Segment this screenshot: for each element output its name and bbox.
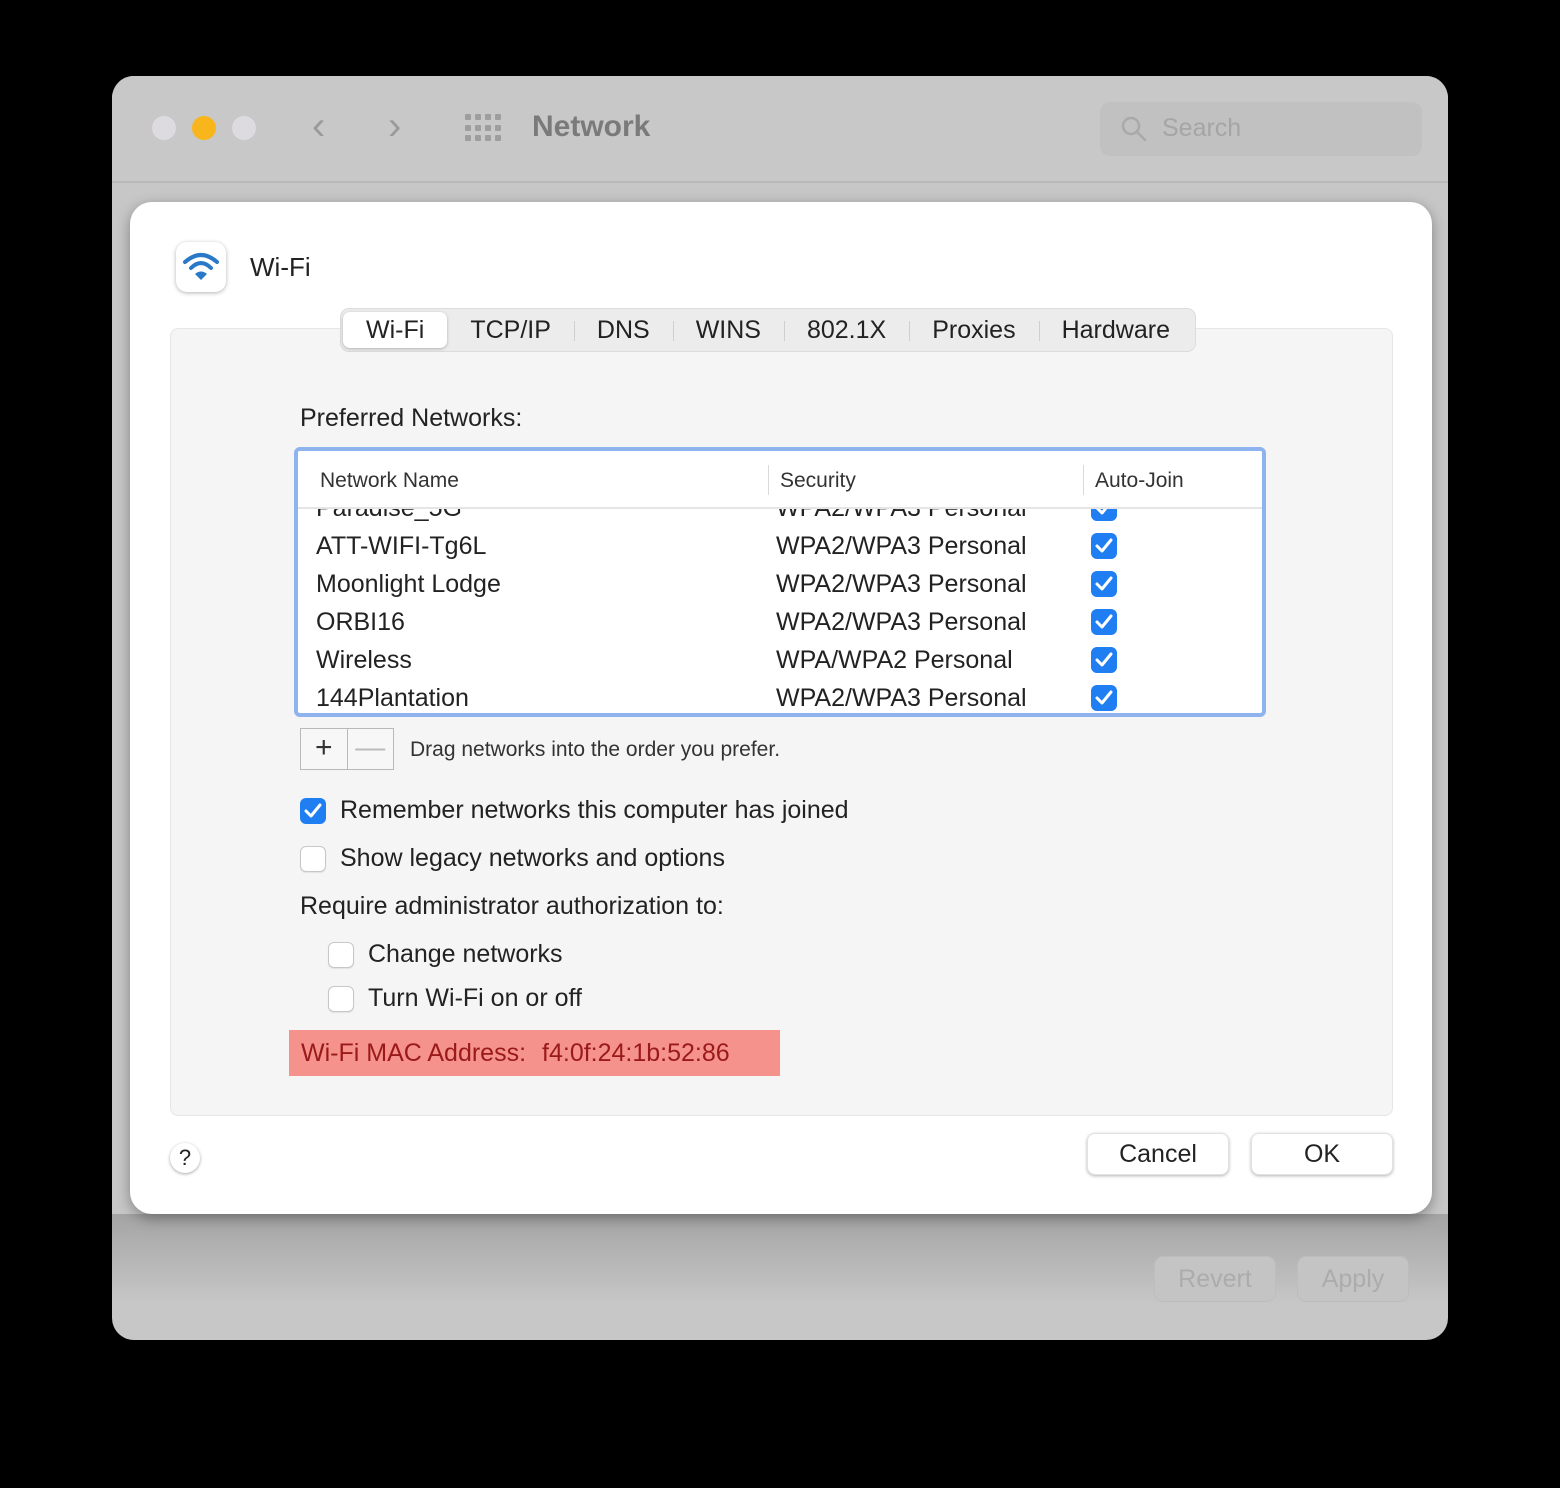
column-divider[interactable] [768, 465, 769, 495]
tab-8021x[interactable]: 802.1X [783, 312, 909, 348]
show-legacy-option[interactable]: Show legacy networks and options [300, 844, 725, 873]
mac-address-label: Wi-Fi MAC Address: [301, 1038, 527, 1067]
show-all-grid-icon[interactable] [465, 114, 501, 142]
remove-network-button[interactable]: — [346, 729, 394, 769]
table-row[interactable]: ORBI16 WPA2/WPA3 Personal [298, 603, 1262, 641]
preferred-networks-label: Preferred Networks: [300, 404, 523, 432]
wifi-settings-sheet: Wi-Fi Wi-Fi TCP/IP DNS WINS 802.1X Proxi… [130, 202, 1432, 1214]
search-placeholder: Search [1162, 114, 1242, 142]
auto-join-checkbox[interactable] [1091, 533, 1117, 559]
revert-button[interactable]: Revert [1154, 1256, 1276, 1302]
show-legacy-checkbox[interactable] [300, 845, 326, 872]
close-button[interactable] [152, 116, 176, 140]
tab-proxies[interactable]: Proxies [909, 312, 1038, 348]
show-legacy-label: Show legacy networks and options [340, 844, 725, 872]
add-remove-control: + — [300, 728, 394, 770]
remember-networks-checkbox[interactable] [300, 797, 326, 824]
column-divider[interactable] [1083, 465, 1084, 495]
require-admin-label: Require administrator authorization to: [300, 892, 724, 920]
network-name: Moonlight Lodge [316, 570, 501, 598]
network-security: WPA2/WPA3 Personal [776, 608, 1027, 636]
tab-hardware[interactable]: Hardware [1038, 312, 1193, 348]
help-button[interactable]: ? [170, 1143, 200, 1173]
table-header: Network Name Security Auto-Join [298, 451, 1262, 509]
title-bar: ‹ › Network Search [112, 76, 1448, 183]
minimize-button[interactable] [192, 116, 216, 140]
table-row[interactable]: ATT-WIFI-Tg6L WPA2/WPA3 Personal [298, 527, 1262, 565]
apply-button[interactable]: Apply [1297, 1256, 1409, 1302]
add-network-button[interactable]: + [301, 729, 347, 769]
preferred-networks-table[interactable]: Network Name Security Auto-Join Paradise… [294, 447, 1266, 717]
tab-wifi[interactable]: Wi-Fi [343, 312, 448, 348]
change-networks-option[interactable]: Change networks [328, 940, 563, 969]
search-field[interactable]: Search [1100, 102, 1422, 156]
cancel-button[interactable]: Cancel [1087, 1133, 1229, 1175]
auto-join-checkbox[interactable] [1091, 609, 1117, 635]
auto-join-checkbox[interactable] [1091, 647, 1117, 673]
zoom-button[interactable] [232, 116, 256, 140]
sheet-title: Wi-Fi [250, 252, 311, 282]
wifi-icon [176, 242, 226, 292]
table-body: Paradise_5G WPA2/WPA3 Personal ATT-WIFI-… [298, 494, 1262, 713]
drag-hint: Drag networks into the order you prefer. [410, 738, 781, 761]
remember-networks-option[interactable]: Remember networks this computer has join… [300, 796, 849, 825]
column-header-network-name[interactable]: Network Name [320, 469, 459, 493]
column-header-auto-join[interactable]: Auto-Join [1095, 469, 1184, 493]
network-name: Wireless [316, 646, 412, 674]
column-header-security[interactable]: Security [780, 469, 856, 493]
remember-networks-label: Remember networks this computer has join… [340, 796, 849, 824]
tab-wins[interactable]: WINS [672, 312, 784, 348]
turn-wifi-label: Turn Wi-Fi on or off [368, 984, 582, 1012]
network-security: WPA/WPA2 Personal [776, 646, 1013, 674]
network-name: ORBI16 [316, 608, 405, 636]
network-name: 144Plantation [316, 684, 469, 712]
tab-bar: Wi-Fi TCP/IP DNS WINS 802.1X Proxies Har… [340, 308, 1196, 352]
network-security: WPA2/WPA3 Personal [776, 684, 1027, 712]
tab-tcpip[interactable]: TCP/IP [447, 312, 574, 348]
network-name: ATT-WIFI-Tg6L [316, 532, 487, 560]
table-row[interactable]: 144Plantation WPA2/WPA3 Personal [298, 679, 1262, 713]
mac-address-highlight: Wi-Fi MAC Address: f4:0f:24:1b:52:86 [289, 1030, 780, 1076]
window-title: Network [532, 110, 651, 143]
back-chevron-icon[interactable]: ‹ [312, 106, 325, 146]
change-networks-label: Change networks [368, 940, 563, 968]
network-security: WPA2/WPA3 Personal [776, 570, 1027, 598]
change-networks-checkbox[interactable] [328, 941, 354, 968]
auto-join-checkbox[interactable] [1091, 685, 1117, 711]
table-row[interactable]: Moonlight Lodge WPA2/WPA3 Personal [298, 565, 1262, 603]
turn-wifi-option[interactable]: Turn Wi-Fi on or off [328, 984, 582, 1013]
ok-button[interactable]: OK [1251, 1133, 1393, 1175]
forward-chevron-icon[interactable]: › [388, 106, 401, 146]
network-security: WPA2/WPA3 Personal [776, 532, 1027, 560]
mac-address-value: f4:0f:24:1b:52:86 [542, 1038, 730, 1067]
auto-join-checkbox[interactable] [1091, 571, 1117, 597]
tab-dns[interactable]: DNS [573, 312, 673, 348]
turn-wifi-checkbox[interactable] [328, 985, 354, 1012]
table-row[interactable]: Wireless WPA/WPA2 Personal [298, 641, 1262, 679]
search-icon [1121, 116, 1147, 142]
